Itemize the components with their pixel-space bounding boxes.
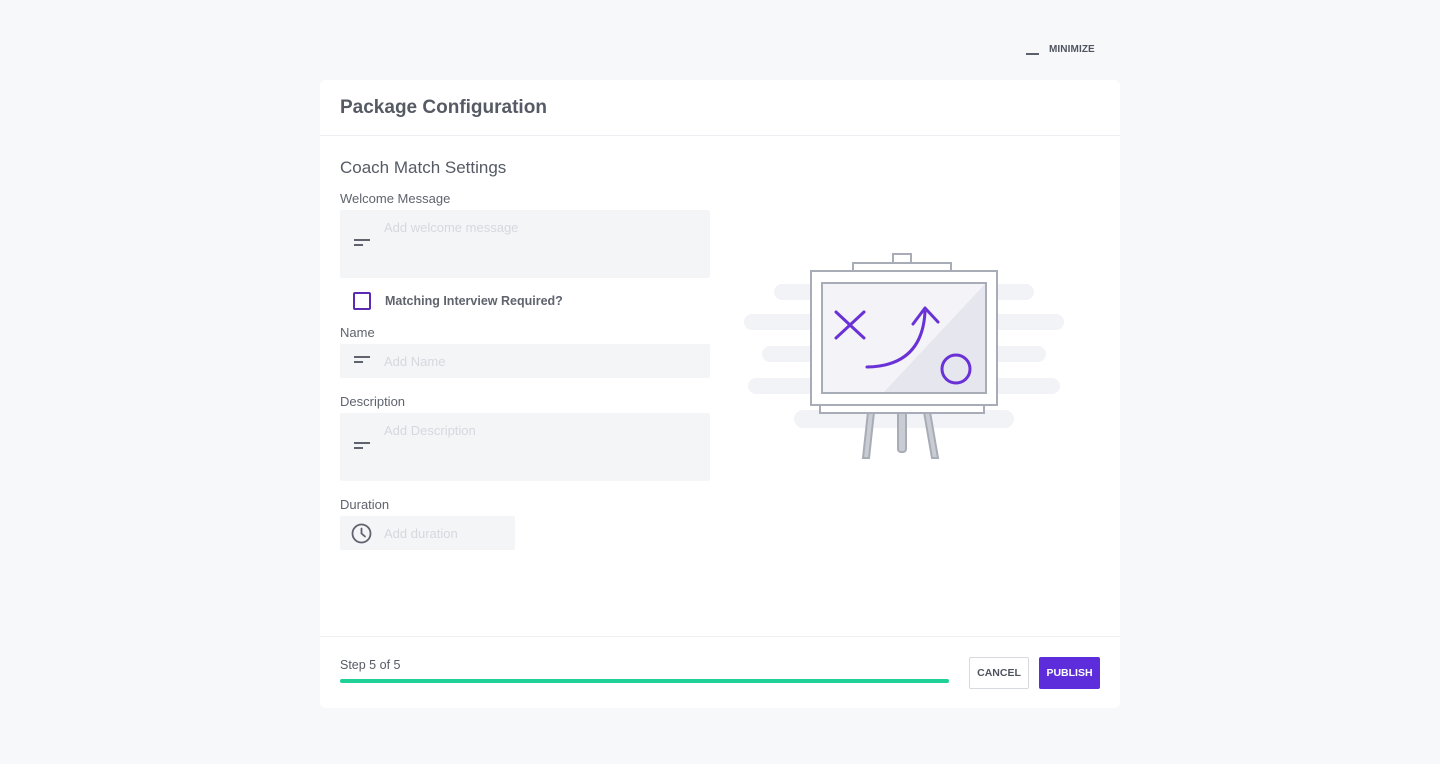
description-field[interactable]: Add Description: [340, 413, 710, 481]
matching-interview-label: Matching Interview Required?: [385, 294, 563, 308]
progress-bar: [340, 679, 949, 683]
welcome-message-field[interactable]: Add welcome message: [340, 210, 710, 278]
minimize-button[interactable]: MINIMIZE: [1026, 44, 1095, 55]
text-lines-icon: [354, 356, 370, 364]
duration-label: Duration: [340, 497, 390, 512]
matching-interview-checkbox[interactable]: [353, 292, 371, 310]
section-title: Coach Match Settings: [340, 158, 507, 177]
text-lines-icon: [354, 442, 370, 450]
welcome-message-label: Welcome Message: [340, 191, 451, 206]
description-placeholder: Add Description: [384, 423, 476, 438]
package-configuration-card: Package Configuration Coach Match Settin…: [320, 80, 1120, 708]
name-label: Name: [340, 325, 375, 340]
duration-placeholder: Add duration: [384, 526, 458, 541]
name-placeholder: Add Name: [384, 354, 446, 369]
minimize-icon: [1026, 52, 1039, 55]
text-lines-icon: [354, 239, 370, 247]
strategy-board-illustration: [744, 253, 1064, 459]
description-label: Description: [340, 394, 406, 409]
progress-fill: [340, 679, 949, 683]
duration-field[interactable]: Add duration: [340, 516, 515, 550]
publish-button[interactable]: PUBLISH: [1039, 657, 1100, 689]
welcome-message-placeholder: Add welcome message: [384, 220, 519, 235]
minimize-label: MINIMIZE: [1049, 44, 1095, 55]
clock-icon: [351, 523, 372, 544]
page-title: Package Configuration: [340, 97, 547, 118]
card-header: Package Configuration: [320, 80, 1120, 136]
card-footer: Step 5 of 5 CANCEL PUBLISH: [320, 636, 1120, 708]
cancel-button[interactable]: CANCEL: [969, 657, 1029, 689]
step-indicator: Step 5 of 5: [340, 658, 401, 672]
name-field[interactable]: Add Name: [340, 344, 710, 378]
matching-interview-row[interactable]: Matching Interview Required?: [353, 292, 563, 310]
